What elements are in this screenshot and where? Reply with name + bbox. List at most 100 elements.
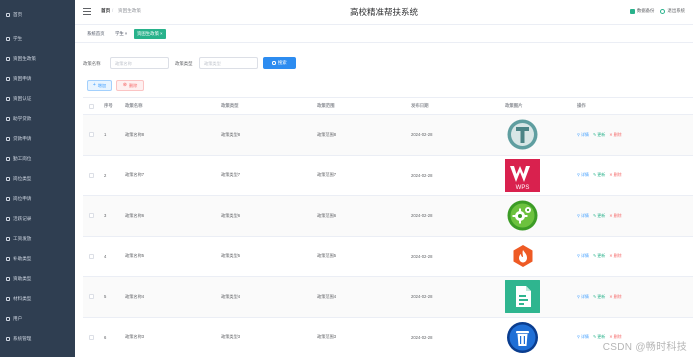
detail-button[interactable]: ⚲ 详情: [577, 334, 589, 340]
edit-button[interactable]: ✎ 更新: [593, 294, 605, 300]
row-checkbox[interactable]: [89, 213, 94, 219]
edit-button[interactable]: ✎ 更新: [593, 172, 605, 178]
tag-label: 资困生政策: [137, 31, 159, 36]
grid-icon: [6, 37, 10, 41]
edit-button[interactable]: ✎ 更新: [593, 213, 605, 219]
sidebar-item-label: 系统管理: [13, 336, 32, 341]
detail-button[interactable]: ⚲ 详情: [577, 294, 589, 300]
delete-button[interactable]: ✕ 删除: [609, 253, 621, 259]
tag-policy[interactable]: 资困生政策×: [134, 29, 166, 39]
row-date: 2024-02-28: [411, 334, 433, 340]
detail-label: 详情: [580, 253, 589, 259]
row-index: 6: [104, 334, 107, 340]
delete-button[interactable]: ✕ 删除: [609, 172, 621, 178]
row-type: 政策类型3: [221, 334, 241, 340]
policy-type-input[interactable]: [199, 57, 258, 69]
col-date[interactable]: 发布日期: [411, 103, 505, 109]
table-header: 序号 政策名称 政策类型 政策范围 发布日期 政策图片 操作: [83, 97, 693, 115]
sidebar-item-position-type[interactable]: 岗位类型: [0, 169, 75, 189]
typora-logo-icon[interactable]: [505, 118, 540, 151]
row-date: 2024-02-28: [411, 294, 433, 300]
sidebar-item-aid-application[interactable]: 资困申请: [0, 69, 75, 89]
backup-link[interactable]: 数据备份: [629, 8, 655, 14]
sidebar-item-system[interactable]: 系统管理: [0, 329, 75, 349]
plus-icon: +: [92, 82, 96, 88]
detail-button[interactable]: ⚲ 详情: [577, 132, 589, 138]
sidebar-item-salary[interactable]: 工资发放: [0, 229, 75, 249]
row-scope: 政策范围5: [317, 253, 337, 259]
sidebar-item-work-position[interactable]: 勤工岗位: [0, 149, 75, 169]
close-icon: ✕: [609, 293, 613, 299]
sidebar-item-subsidy-type[interactable]: 补助类型: [0, 249, 75, 269]
row-scope: 政策范围3: [317, 334, 337, 340]
delete-icon: ⊗: [122, 82, 127, 88]
row-checkbox[interactable]: [89, 334, 94, 340]
delete-button[interactable]: ✕ 删除: [609, 213, 621, 219]
detail-button[interactable]: ⚲ 详情: [577, 172, 589, 178]
grid-icon: [6, 57, 10, 61]
power-icon: [660, 8, 666, 14]
sidebar-item-student[interactable]: 学生: [0, 29, 75, 49]
backup-icon: [629, 8, 635, 14]
edit-button[interactable]: ✎ 更新: [593, 132, 605, 138]
edit-icon: ✎: [592, 334, 597, 340]
policy-name-input[interactable]: [110, 57, 169, 69]
grid-icon: [6, 177, 10, 181]
sidebar-item-label: 工资发放: [13, 236, 32, 241]
search-button[interactable]: 搜索: [263, 57, 296, 69]
svg-text:WPS: WPS: [516, 185, 530, 191]
detail-label: 详情: [580, 172, 589, 178]
sidebar-item-material-type[interactable]: 材料类型: [0, 289, 75, 309]
close-icon: ✕: [609, 131, 613, 137]
sidebar-item-loan-application[interactable]: 贷款申请: [0, 129, 75, 149]
logout-link[interactable]: 退出系统: [660, 8, 685, 14]
sidebar-item-label: 岗位申请: [13, 196, 32, 201]
detail-button[interactable]: ⚲ 详情: [577, 213, 589, 219]
grid-icon: [6, 297, 10, 301]
sidebar-item-label: 学生: [13, 36, 23, 41]
row-checkbox[interactable]: [89, 253, 94, 259]
document-app-icon[interactable]: [505, 280, 540, 314]
delete-button[interactable]: ✕ 删除: [609, 132, 621, 138]
logout-label: 退出系统: [667, 8, 685, 13]
sidebar-item-student-loan[interactable]: 助学贷款: [0, 109, 75, 129]
col-name[interactable]: 政策名称: [125, 103, 221, 109]
add-button[interactable]: + 增加: [87, 80, 112, 91]
sidebar-item-aid-certification[interactable]: 资困认证: [0, 89, 75, 109]
sidebar-item-funding-type[interactable]: 资助类型: [0, 269, 75, 289]
backup-label: 数据备份: [636, 8, 655, 13]
tag-home[interactable]: 系统首页: [84, 29, 108, 39]
gear-app-icon[interactable]: [505, 199, 540, 232]
row-index: 3: [104, 213, 107, 219]
batch-delete-button[interactable]: ⊗ 删除: [116, 80, 144, 91]
select-all-checkbox[interactable]: [89, 103, 94, 109]
table-row: 2 政策名称7 政策类型7 政策范围7 2024-02-28 WPS ⚲ 详情 ✎…: [83, 156, 693, 196]
grid-icon: [6, 277, 10, 281]
col-type[interactable]: 政策类型: [221, 103, 317, 109]
detail-button[interactable]: ⚲ 详情: [577, 253, 589, 259]
detail-label: 详情: [580, 293, 589, 299]
sidebar-item-policy[interactable]: 资困生政策: [0, 49, 75, 69]
row-checkbox[interactable]: [89, 294, 94, 300]
table-row: 5 政策名称4 政策类型4 政策范围4 2024-02-28 ⚲ 详情 ✎ 更新 ✕…: [83, 277, 693, 318]
trash-app-icon[interactable]: [505, 321, 540, 354]
close-icon[interactable]: ×: [125, 31, 128, 36]
wps-logo-icon[interactable]: WPS: [505, 158, 540, 192]
header-actions: 数据备份 退出系统: [629, 8, 685, 14]
row-checkbox[interactable]: [89, 132, 94, 138]
edit-label: 更新: [597, 131, 606, 137]
tag-student[interactable]: 学生×: [112, 29, 130, 39]
row-type: 政策类型4: [221, 293, 241, 299]
fire-app-icon[interactable]: [505, 240, 540, 273]
sidebar-item-user[interactable]: 用户: [0, 309, 75, 329]
row-checkbox[interactable]: [89, 172, 94, 178]
close-icon[interactable]: ×: [160, 31, 163, 36]
sidebar-item-position-application[interactable]: 岗位申请: [0, 189, 75, 209]
row-scope: 政策范围4: [317, 293, 337, 299]
col-scope[interactable]: 政策范围: [317, 103, 411, 109]
row-scope: 政策范围7: [317, 172, 337, 178]
edit-button[interactable]: ✎ 更新: [593, 253, 605, 259]
delete-button[interactable]: ✕ 删除: [609, 294, 621, 300]
sidebar-item-activity-record[interactable]: 活跃记录: [0, 209, 75, 229]
sidebar-item-home[interactable]: 首页: [0, 0, 75, 29]
